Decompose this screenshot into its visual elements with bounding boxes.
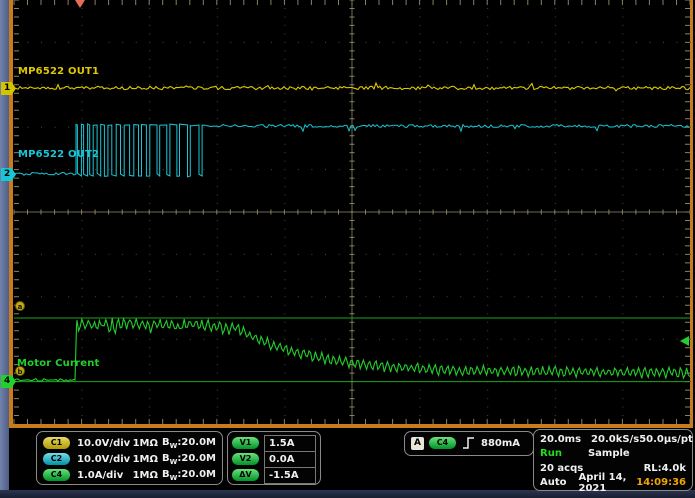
channel-4-readout: C4 1.0A/div 1MΩ BW:20.0M [43, 467, 216, 483]
trigger-mode: Auto [540, 477, 567, 488]
trigger-source-badge[interactable]: C4 [429, 437, 456, 449]
acquisition-mode: Sample [588, 448, 630, 459]
cursor-a-marker[interactable]: a [15, 301, 25, 311]
acquisition-count: 20 acqs [540, 463, 583, 474]
cursor-v1-value: 1.5A [264, 435, 316, 452]
channel-4-scale: 1.0A/div [77, 470, 131, 481]
cursor-b-marker[interactable]: b [15, 366, 25, 376]
cursor-v1-badge[interactable]: V1 [232, 437, 259, 449]
channel-4-bandwidth: BW:20.0M [162, 469, 216, 482]
channel-1-badge[interactable]: C1 [43, 437, 70, 449]
resolution: 50.0μs/pt [639, 434, 693, 445]
cursor-dv-value: -1.5A [264, 467, 316, 484]
cursor-readout-panel: V1 1.5A V2 0.0A ΔV -1.5A [227, 431, 321, 485]
ch4-trace-label: Motor Current [17, 358, 100, 369]
cursor-dv-readout: ΔV -1.5A [232, 467, 316, 483]
rising-edge-icon [462, 436, 476, 450]
cursor-v2-value: 0.0A [264, 451, 316, 468]
trigger-position-icon[interactable] [75, 0, 85, 8]
trigger-level-value: 880mA [481, 438, 520, 449]
channel-1-impedance: 1MΩ [133, 438, 158, 449]
cursor-v1-readout: V1 1.5A [232, 435, 316, 451]
sample-rate: 20.0kS/s [591, 434, 639, 445]
waveform-graticule [9, 0, 693, 428]
cursor-dv-badge[interactable]: ΔV [232, 469, 259, 481]
timebase-scale: 20.0ms [540, 434, 581, 445]
channel-1-readout: C1 10.0V/div 1MΩ BW:20.0M [43, 435, 216, 451]
channel-2-bandwidth: BW:20.0M [162, 453, 216, 466]
timebase-acquisition-panel: 20.0ms 20.0kS/s 50.0μs/pt Run Sample 20 … [533, 429, 693, 491]
trigger-sequence-badge: A [411, 437, 424, 450]
trigger-level-icon[interactable] [680, 336, 689, 346]
ch2-trace-label: MP6522 OUT2 [18, 149, 99, 160]
record-length: RL:4.0k [644, 463, 686, 474]
bezel-left [0, 0, 9, 498]
channel-4-badge[interactable]: C4 [43, 469, 70, 481]
cursor-v2-badge[interactable]: V2 [232, 453, 259, 465]
status-bar: C1 10.0V/div 1MΩ BW:20.0M C2 10.0V/div 1… [9, 428, 695, 490]
channel-1-bandwidth: BW:20.0M [162, 437, 216, 450]
channel-4-impedance: 1MΩ [133, 470, 158, 481]
time-display: 14:09:36 [636, 477, 686, 488]
channel-2-impedance: 1MΩ [133, 454, 158, 465]
channel-2-readout: C2 10.0V/div 1MΩ BW:20.0M [43, 451, 216, 467]
channel-2-badge[interactable]: C2 [43, 453, 70, 465]
cursor-v2-readout: V2 0.0A [232, 451, 316, 467]
channel-1-scale: 10.0V/div [77, 438, 131, 449]
run-status[interactable]: Run [540, 448, 562, 459]
channel-readout-panel: C1 10.0V/div 1MΩ BW:20.0M C2 10.0V/div 1… [36, 431, 223, 485]
trigger-readout-panel[interactable]: A C4 880mA [404, 431, 534, 456]
ch1-trace-label: MP6522 OUT1 [18, 66, 99, 77]
oscilloscope-screen: MP6522 OUT1 MP6522 OUT2 Motor Current 1 … [0, 0, 695, 498]
date-display: April 14, 2021 [579, 472, 637, 494]
channel-2-scale: 10.0V/div [77, 454, 131, 465]
